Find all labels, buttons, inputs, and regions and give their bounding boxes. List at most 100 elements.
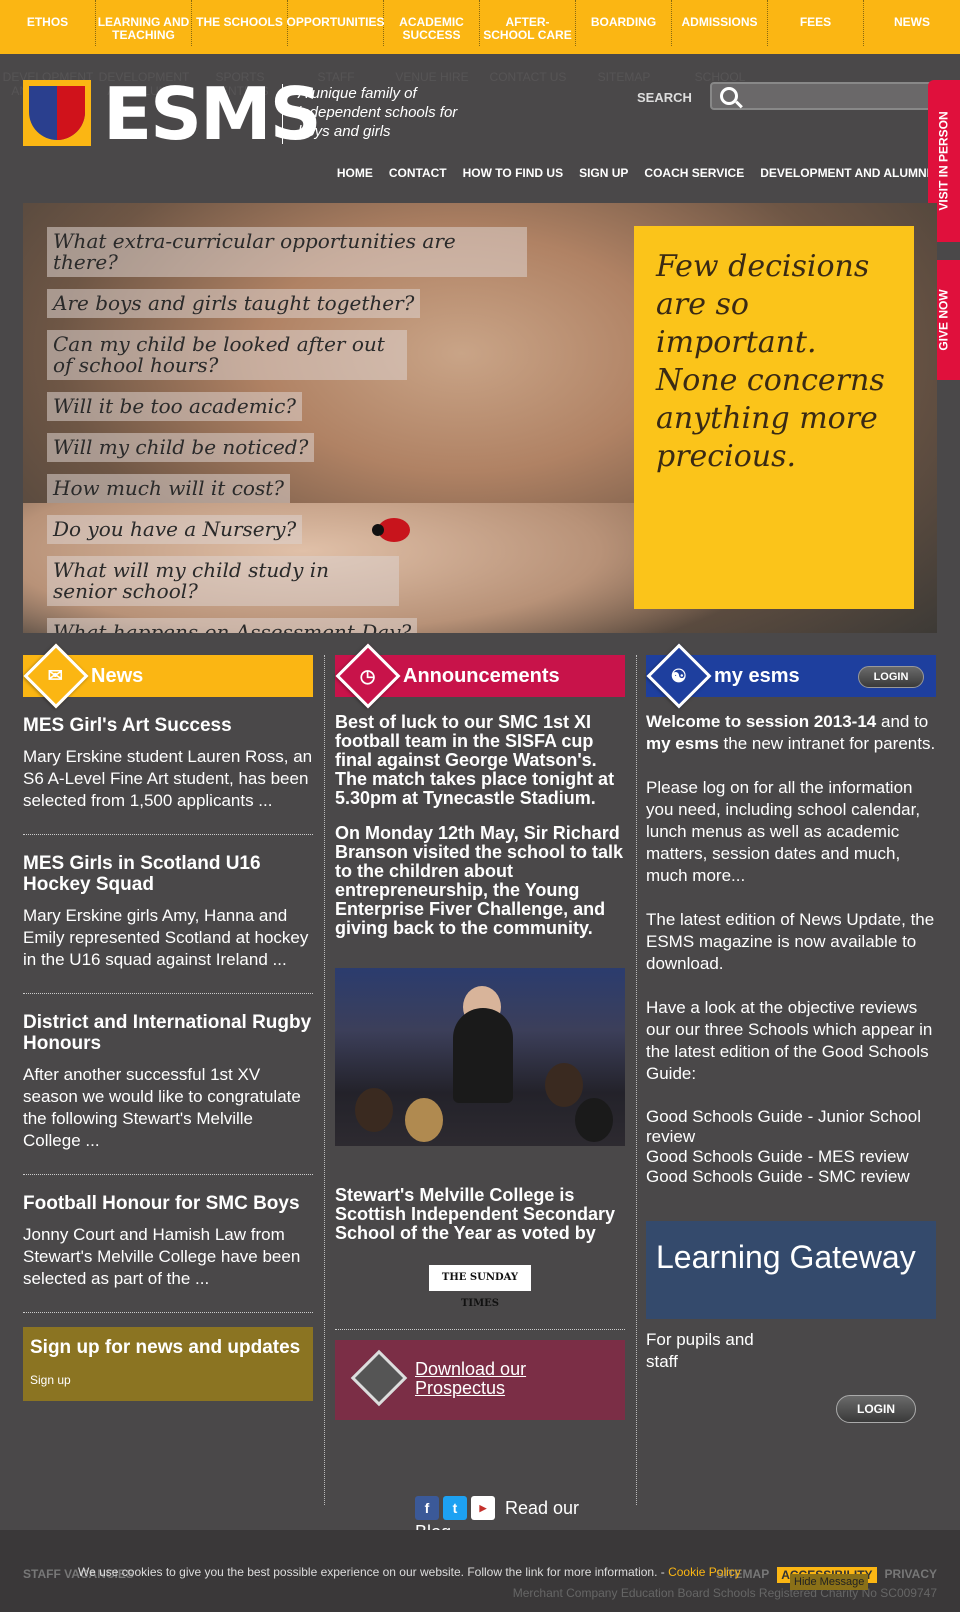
myesms-header: ☯ my esms LOGIN bbox=[646, 643, 936, 709]
welcome-text: and to bbox=[880, 712, 929, 731]
cookie-policy-link[interactable]: Cookie Policy bbox=[668, 1565, 741, 1579]
myesms-title: my esms bbox=[714, 664, 800, 687]
announcements-title: Announcements bbox=[403, 664, 560, 687]
topnav-the-schools[interactable]: THE SCHOOLS bbox=[192, 0, 288, 46]
hero-question[interactable]: Do you have a Nursery? bbox=[47, 515, 303, 544]
signup-box: Sign up for news and updates Sign up bbox=[23, 1327, 313, 1401]
hide-message-button[interactable]: Hide Message bbox=[790, 1574, 869, 1590]
topnav-learning-teaching[interactable]: LEARNING AND TEACHING bbox=[96, 0, 192, 46]
news-headline[interactable]: District and International Rugby Honours bbox=[23, 1012, 313, 1054]
search-icon[interactable] bbox=[720, 87, 738, 105]
news-column: ✉ News MES Girl's Art Success Mary Erski… bbox=[23, 643, 313, 1401]
topnav-ethos[interactable]: ETHOS bbox=[0, 0, 96, 46]
myesms-column: ☯ my esms LOGIN Welcome to session 2013-… bbox=[646, 643, 936, 1423]
topnav-admissions[interactable]: ADMISSIONS bbox=[672, 0, 768, 46]
announcements-header: ◷ Announcements bbox=[335, 643, 625, 709]
news-header: ✉ News bbox=[23, 643, 313, 709]
read-our-label: Read our bbox=[505, 1497, 580, 1518]
divider bbox=[335, 1329, 625, 1330]
gsg-mes-link[interactable]: Good Schools Guide - MES review bbox=[646, 1147, 936, 1167]
top-navigation: ETHOS LEARNING AND TEACHING THE SCHOOLS … bbox=[0, 0, 960, 54]
photo-figure bbox=[355, 1088, 393, 1132]
subnav-item: CONTACT US bbox=[489, 70, 567, 84]
news-summary: Mary Erskine girls Amy, Hanna and Emily … bbox=[23, 906, 309, 969]
news-headline[interactable]: Football Honour for SMC Boys bbox=[23, 1193, 313, 1214]
sunday-times-logo[interactable]: THE SUNDAY TIMES bbox=[429, 1265, 531, 1309]
myesms-login-button[interactable]: LOGIN bbox=[858, 666, 924, 688]
news-item[interactable]: Football Honour for SMC Boys Jonny Court… bbox=[23, 1175, 313, 1313]
search-input[interactable] bbox=[710, 82, 940, 110]
hero-question[interactable]: Are boys and girls taught together? bbox=[47, 289, 421, 318]
topnav-news[interactable]: NEWS bbox=[864, 0, 960, 46]
award-text: Stewart's Melville College is Scottish I… bbox=[335, 1185, 616, 1243]
topnav-opportunities[interactable]: OPPORTUNITIES bbox=[287, 0, 385, 46]
visit-in-person-label: VISIT IN PERSON bbox=[937, 111, 952, 211]
header-navigation: HOME CONTACT HOW TO FIND US SIGN UP COAC… bbox=[337, 166, 930, 180]
cookie-text: We use cookies to give you the best poss… bbox=[78, 1565, 665, 1579]
photo-figure bbox=[575, 1098, 613, 1142]
give-now-label: GIVE NOW bbox=[937, 289, 951, 351]
gsg-junior-link[interactable]: Good Schools Guide - Junior School revie… bbox=[646, 1107, 936, 1147]
gateway-login-button[interactable]: LOGIN bbox=[836, 1395, 916, 1423]
hero-question[interactable]: Will it be too academic? bbox=[47, 392, 302, 421]
announcement-text: On Monday 12th May, Sir Richard Branson … bbox=[335, 823, 624, 938]
logo-wordmark[interactable]: ESMS bbox=[103, 78, 322, 150]
photo-figure bbox=[453, 1008, 513, 1103]
headnav-development-alumni[interactable]: DEVELOPMENT AND ALUMNI bbox=[760, 166, 930, 180]
welcome-bold: Welcome to session 2013-14 bbox=[646, 712, 877, 731]
twitter-icon[interactable]: t bbox=[443, 1496, 467, 1520]
users-icon: ☯ bbox=[646, 643, 712, 709]
welcome-text-2: the new intranet for parents. bbox=[723, 734, 936, 753]
good-schools-guide-links: Good Schools Guide - Junior School revie… bbox=[646, 1107, 936, 1187]
news-item[interactable]: District and International Rugby Honours… bbox=[23, 994, 313, 1175]
topnav-fees[interactable]: FEES bbox=[768, 0, 864, 46]
topnav-boarding[interactable]: BOARDING bbox=[576, 0, 672, 46]
search-label: SEARCH bbox=[637, 90, 692, 105]
topnav-after-school-care[interactable]: AFTER-SCHOOL CARE bbox=[480, 0, 576, 46]
news-item[interactable]: MES Girls in Scotland U16 Hockey Squad M… bbox=[23, 835, 313, 994]
news-headline[interactable]: MES Girls in Scotland U16 Hockey Squad bbox=[23, 853, 313, 895]
announcements-column: ◷ Announcements Best of luck to our SMC … bbox=[335, 643, 625, 1420]
footer-privacy[interactable]: PRIVACY bbox=[885, 1567, 937, 1583]
myesms-para: Have a look at the objective reviews our… bbox=[646, 998, 933, 1083]
signup-title: Sign up for news and updates bbox=[30, 1337, 301, 1358]
myesms-para: The latest edition of News Update, the E… bbox=[646, 910, 935, 973]
news-summary: After another successful 1st XV season w… bbox=[23, 1065, 301, 1150]
gateway-subtitle: For pupils and staff bbox=[646, 1330, 754, 1371]
hero-question[interactable]: What extra-curricular opportunities are … bbox=[47, 227, 527, 277]
news-summary: Mary Erskine student Lauren Ross, an S6 … bbox=[23, 747, 313, 810]
headnav-contact[interactable]: CONTACT bbox=[389, 166, 447, 180]
download-prospectus-link[interactable]: Download our Prospectus bbox=[415, 1360, 595, 1398]
topnav-academic-success[interactable]: ACADEMIC SUCCESS bbox=[384, 0, 480, 46]
hero-question[interactable]: How much will it cost? bbox=[47, 474, 290, 503]
hero-questions: What extra-curricular opportunities are … bbox=[47, 227, 527, 633]
headnav-how-to-find-us[interactable]: HOW TO FIND US bbox=[463, 166, 563, 180]
welcome-bold-2: my esms bbox=[646, 734, 719, 753]
myesms-para: Please log on for all the information yo… bbox=[646, 778, 921, 885]
youtube-icon[interactable]: ▶ bbox=[471, 1496, 495, 1520]
announcement-text: Best of luck to our SMC 1st XI football … bbox=[335, 712, 615, 808]
gsg-smc-link[interactable]: Good Schools Guide - SMC review bbox=[646, 1167, 936, 1187]
learning-gateway-banner[interactable]: Learning Gateway bbox=[646, 1221, 936, 1319]
hero-question[interactable]: Will my child be noticed? bbox=[47, 433, 315, 462]
logo-shield-icon[interactable] bbox=[23, 80, 91, 146]
hero-banner: What extra-curricular opportunities are … bbox=[23, 203, 937, 633]
headnav-coach-service[interactable]: COACH SERVICE bbox=[644, 166, 744, 180]
hero-question[interactable]: What will my child study in senior schoo… bbox=[47, 556, 399, 606]
signup-link[interactable]: Sign up bbox=[30, 1373, 71, 1387]
facebook-icon[interactable]: f bbox=[415, 1496, 439, 1520]
logo-tagline: A unique family of independent schools f… bbox=[298, 85, 458, 140]
headnav-home[interactable]: HOME bbox=[337, 166, 373, 180]
news-item[interactable]: MES Girl's Art Success Mary Erskine stud… bbox=[23, 697, 313, 835]
news-headline[interactable]: MES Girl's Art Success bbox=[23, 715, 313, 736]
hero-question[interactable]: What happens on Assessment Day? bbox=[47, 618, 418, 633]
myesms-body: Welcome to session 2013-14 and to my esm… bbox=[646, 711, 936, 1187]
photo-figure bbox=[545, 1063, 583, 1107]
download-icon bbox=[350, 1349, 408, 1407]
hero-question[interactable]: Can my child be looked after out of scho… bbox=[47, 330, 407, 380]
logo-divider bbox=[282, 84, 283, 144]
footer-legal: Merchant Company Education Board Schools… bbox=[512, 1586, 937, 1600]
photo-figure bbox=[405, 1098, 443, 1142]
prospectus-box[interactable]: Download our Prospectus bbox=[335, 1340, 625, 1420]
headnav-sign-up[interactable]: SIGN UP bbox=[579, 166, 628, 180]
